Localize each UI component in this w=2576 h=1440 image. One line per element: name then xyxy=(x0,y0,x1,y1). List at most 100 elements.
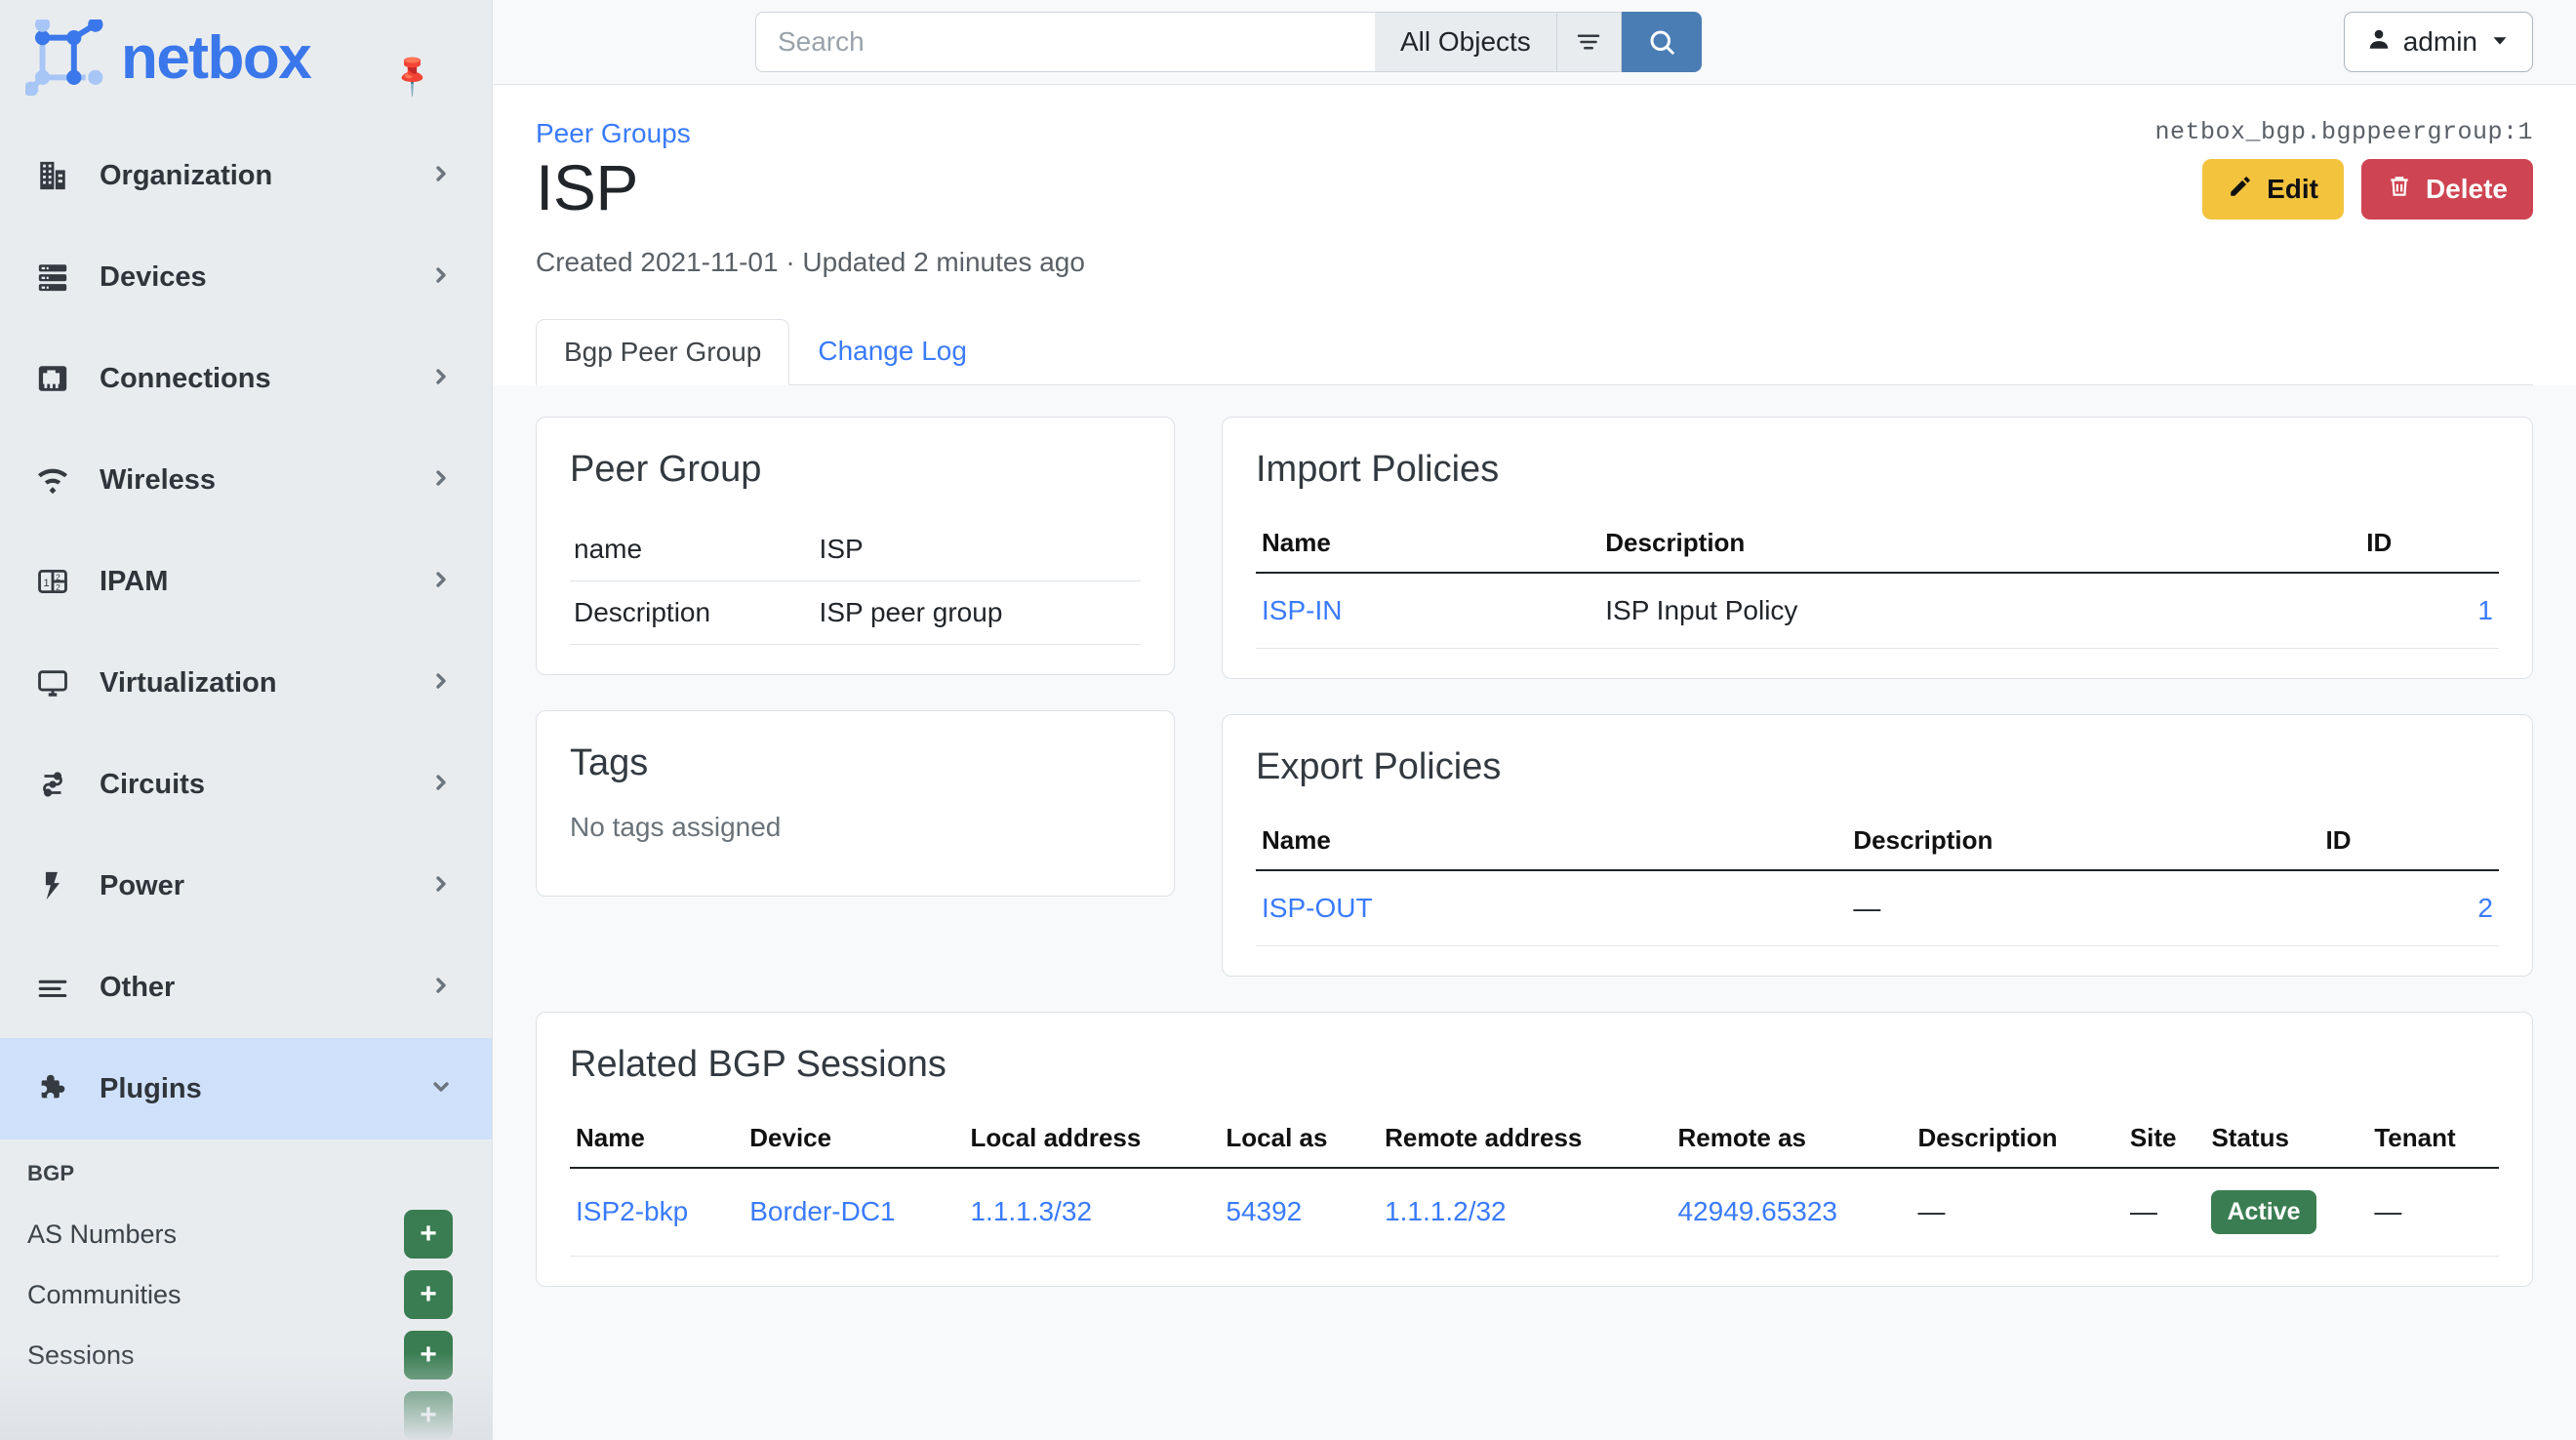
table-header-row: Name Description ID xyxy=(1256,816,2499,870)
sidebar-item-as-numbers[interactable]: AS Numbers + xyxy=(0,1204,492,1264)
svg-text:2: 2 xyxy=(56,573,60,582)
topbar: All Objects admin xyxy=(493,0,2576,85)
chevron-right-icon xyxy=(429,466,453,495)
import-policy-id-link[interactable]: 1 xyxy=(2477,595,2493,625)
sidebar-item-power[interactable]: Power xyxy=(0,835,492,937)
session-tenant: — xyxy=(2368,1168,2499,1257)
add-community-button[interactable]: + xyxy=(404,1270,453,1319)
peer-group-card-title: Peer Group xyxy=(570,449,1141,491)
export-policy-name-link[interactable]: ISP-OUT xyxy=(1262,893,1373,923)
global-search: All Objects xyxy=(755,12,1702,72)
column-header-local-as: Local as xyxy=(1220,1113,1379,1168)
netbox-logo-icon xyxy=(25,20,109,96)
user-menu-button[interactable]: admin xyxy=(2344,12,2533,72)
sidebar-item-label: Virtualization xyxy=(100,667,429,700)
puzzle-piece-icon xyxy=(27,1072,78,1105)
sidebar-item-sessions[interactable]: Sessions + xyxy=(0,1325,492,1385)
monitor-icon xyxy=(27,666,78,700)
export-policy-id-link[interactable]: 2 xyxy=(2477,893,2493,923)
export-policies-table: Name Description ID ISP-OUT — xyxy=(1256,816,2499,946)
chevron-right-icon xyxy=(429,568,453,596)
related-sessions-table: Name Device Local address Local as Remot… xyxy=(570,1113,2499,1257)
related-bgp-sessions-card: Related BGP Sessions Name Device Local a… xyxy=(536,1012,2533,1287)
filter-icon[interactable] xyxy=(1557,12,1622,72)
add-item-button[interactable]: + xyxy=(404,1391,453,1440)
cards-grid: Peer Group name ISP Description ISP peer… xyxy=(536,417,2533,1012)
chevron-right-icon xyxy=(429,669,453,698)
sidebar-item-plugins[interactable]: Plugins xyxy=(0,1038,492,1140)
column-header-remote-address: Remote address xyxy=(1379,1113,1671,1168)
column-header-id: ID xyxy=(2319,816,2499,870)
app-root: netbox 📌 Organization Devices xyxy=(0,0,2576,1440)
column-header-tenant: Tenant xyxy=(2368,1113,2499,1168)
server-rack-icon xyxy=(27,260,78,294)
sidebar-section-bgp: BGP xyxy=(0,1140,492,1204)
sidebar: netbox 📌 Organization Devices xyxy=(0,0,493,1440)
session-site: — xyxy=(2124,1168,2206,1257)
object-identifier: netbox_bgp.bgppeergroup:1 xyxy=(2154,118,2533,146)
sidebar-item-virtualization[interactable]: Virtualization xyxy=(0,632,492,734)
menu-lines-icon xyxy=(27,971,78,1004)
edit-button[interactable]: Edit xyxy=(2202,159,2344,220)
attr-key: Description xyxy=(570,580,816,644)
breadcrumb[interactable]: Peer Groups xyxy=(536,118,691,149)
sidebar-item-label: Wireless xyxy=(100,464,429,497)
column-header-description: Description xyxy=(1847,816,2319,870)
add-as-number-button[interactable]: + xyxy=(404,1210,453,1259)
add-session-button[interactable]: + xyxy=(404,1331,453,1380)
object-scope-select[interactable]: All Objects xyxy=(1375,12,1557,72)
sidebar-subitem-label: AS Numbers xyxy=(27,1220,404,1250)
sidebar-item-other[interactable]: Other xyxy=(0,937,492,1038)
sidebar-item-label: IPAM xyxy=(100,566,429,598)
pencil-icon xyxy=(2228,174,2253,206)
sidebar-subitem-label: Sessions xyxy=(27,1340,404,1371)
sidebar-item-partial[interactable]: + xyxy=(0,1385,492,1440)
chevron-right-icon xyxy=(429,872,453,900)
sidebar-item-organization[interactable]: Organization xyxy=(0,125,492,226)
sidebar-item-connections[interactable]: Connections xyxy=(0,328,492,429)
sidebar-item-devices[interactable]: Devices xyxy=(0,226,492,328)
table-row: ISP-OUT — 2 xyxy=(1256,870,2499,946)
sidebar-item-ipam[interactable]: 122 IPAM xyxy=(0,531,492,632)
sidebar-item-communities[interactable]: Communities + xyxy=(0,1264,492,1325)
sidebar-item-label: Devices xyxy=(100,261,429,294)
column-header-local-address: Local address xyxy=(964,1113,1220,1168)
chevron-right-icon xyxy=(429,365,453,393)
trash-icon xyxy=(2387,174,2412,206)
column-header-name: Name xyxy=(1256,518,1599,573)
tags-card: Tags No tags assigned xyxy=(536,710,1175,897)
session-remote-address-link[interactable]: 1.1.1.2/32 xyxy=(1385,1196,1507,1226)
search-icon[interactable] xyxy=(1622,12,1702,72)
building-icon xyxy=(27,159,78,192)
sidebar-item-wireless[interactable]: Wireless xyxy=(0,429,492,531)
session-local-address-link[interactable]: 1.1.1.3/32 xyxy=(970,1196,1092,1226)
sidebar-item-circuits[interactable]: Circuits xyxy=(0,734,492,835)
brand-header[interactable]: netbox 📌 xyxy=(0,0,492,115)
page-actions: Edit Delete xyxy=(2202,159,2533,220)
session-remote-as-link[interactable]: 42949.65323 xyxy=(1677,1196,1837,1226)
peer-group-attributes: name ISP Description ISP peer group xyxy=(570,518,1141,645)
session-device-link[interactable]: Border-DC1 xyxy=(749,1196,895,1226)
column-header-id: ID xyxy=(2360,518,2499,573)
attr-key: name xyxy=(570,518,816,581)
tab-change-log[interactable]: Change Log xyxy=(789,318,995,384)
delete-button[interactable]: Delete xyxy=(2361,159,2533,220)
session-local-as-link[interactable]: 54392 xyxy=(1226,1196,1302,1226)
table-row: ISP2-bkp Border-DC1 1.1.1.3/32 54392 1.1… xyxy=(570,1168,2499,1257)
table-row: ISP-IN ISP Input Policy 1 xyxy=(1256,573,2499,649)
export-policy-description: — xyxy=(1847,870,2319,946)
search-input[interactable] xyxy=(755,12,1375,72)
session-name-link[interactable]: ISP2-bkp xyxy=(576,1196,688,1226)
chevron-down-icon xyxy=(429,1075,453,1103)
column-header-name: Name xyxy=(570,1113,744,1168)
breadcrumb-row: Peer Groups netbox_bgp.bgppeergroup:1 xyxy=(536,85,2533,149)
pin-icon[interactable]: 📌 xyxy=(390,52,437,99)
tab-bgp-peer-group[interactable]: Bgp Peer Group xyxy=(536,319,789,385)
right-column: Import Policies Name Description ID xyxy=(1222,417,2533,1012)
sidebar-item-label: Organization xyxy=(100,160,429,192)
tags-empty-message: No tags assigned xyxy=(570,812,1141,843)
import-policy-name-link[interactable]: ISP-IN xyxy=(1262,595,1342,625)
tags-card-title: Tags xyxy=(570,742,1141,784)
page-meta: Created 2021-11-01 · Updated 2 minutes a… xyxy=(536,247,2533,278)
brand-name: netbox xyxy=(121,23,310,93)
